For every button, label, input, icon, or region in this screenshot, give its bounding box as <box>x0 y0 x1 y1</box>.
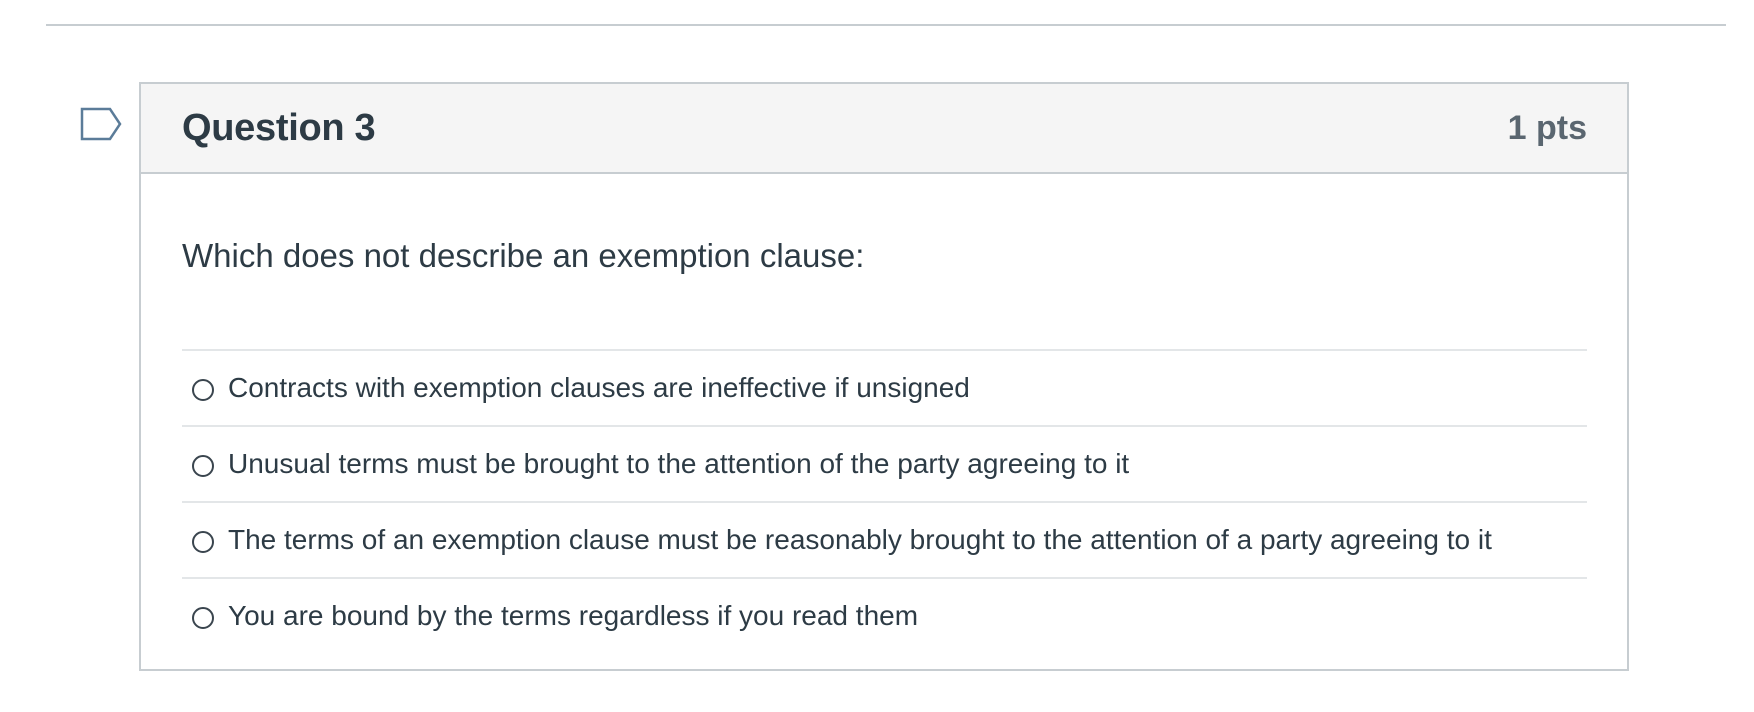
answer-label: Contracts with exemption clauses are ine… <box>228 372 970 403</box>
question-points: 1 pts <box>1507 108 1587 147</box>
answer-option[interactable]: You are bound by the terms regardless if… <box>182 579 1587 653</box>
question-card: Question 3 1 pts Which does not describe… <box>139 82 1629 671</box>
top-divider <box>46 24 1726 26</box>
question-text: Which does not describe an exemption cla… <box>182 237 865 274</box>
answer-radio[interactable] <box>192 455 214 477</box>
answer-label: Unusual terms must be brought to the att… <box>228 448 1130 479</box>
answer-list: Contracts with exemption clauses are ine… <box>182 349 1587 653</box>
question-title: Question 3 <box>182 106 376 149</box>
answer-radio[interactable] <box>192 607 214 629</box>
answer-option[interactable]: The terms of an exemption clause must be… <box>182 503 1587 579</box>
flag-question-icon[interactable] <box>80 107 122 143</box>
answer-label: You are bound by the terms regardless if… <box>228 600 919 631</box>
answer-option[interactable]: Unusual terms must be brought to the att… <box>182 427 1587 503</box>
flag-outline-icon <box>80 107 122 141</box>
question-body: Which does not describe an exemption cla… <box>141 174 1627 653</box>
answer-label: The terms of an exemption clause must be… <box>228 524 1492 555</box>
question-header: Question 3 1 pts <box>141 84 1627 174</box>
answer-radio[interactable] <box>192 379 214 401</box>
answer-option[interactable]: Contracts with exemption clauses are ine… <box>182 351 1587 427</box>
answer-radio[interactable] <box>192 531 214 553</box>
